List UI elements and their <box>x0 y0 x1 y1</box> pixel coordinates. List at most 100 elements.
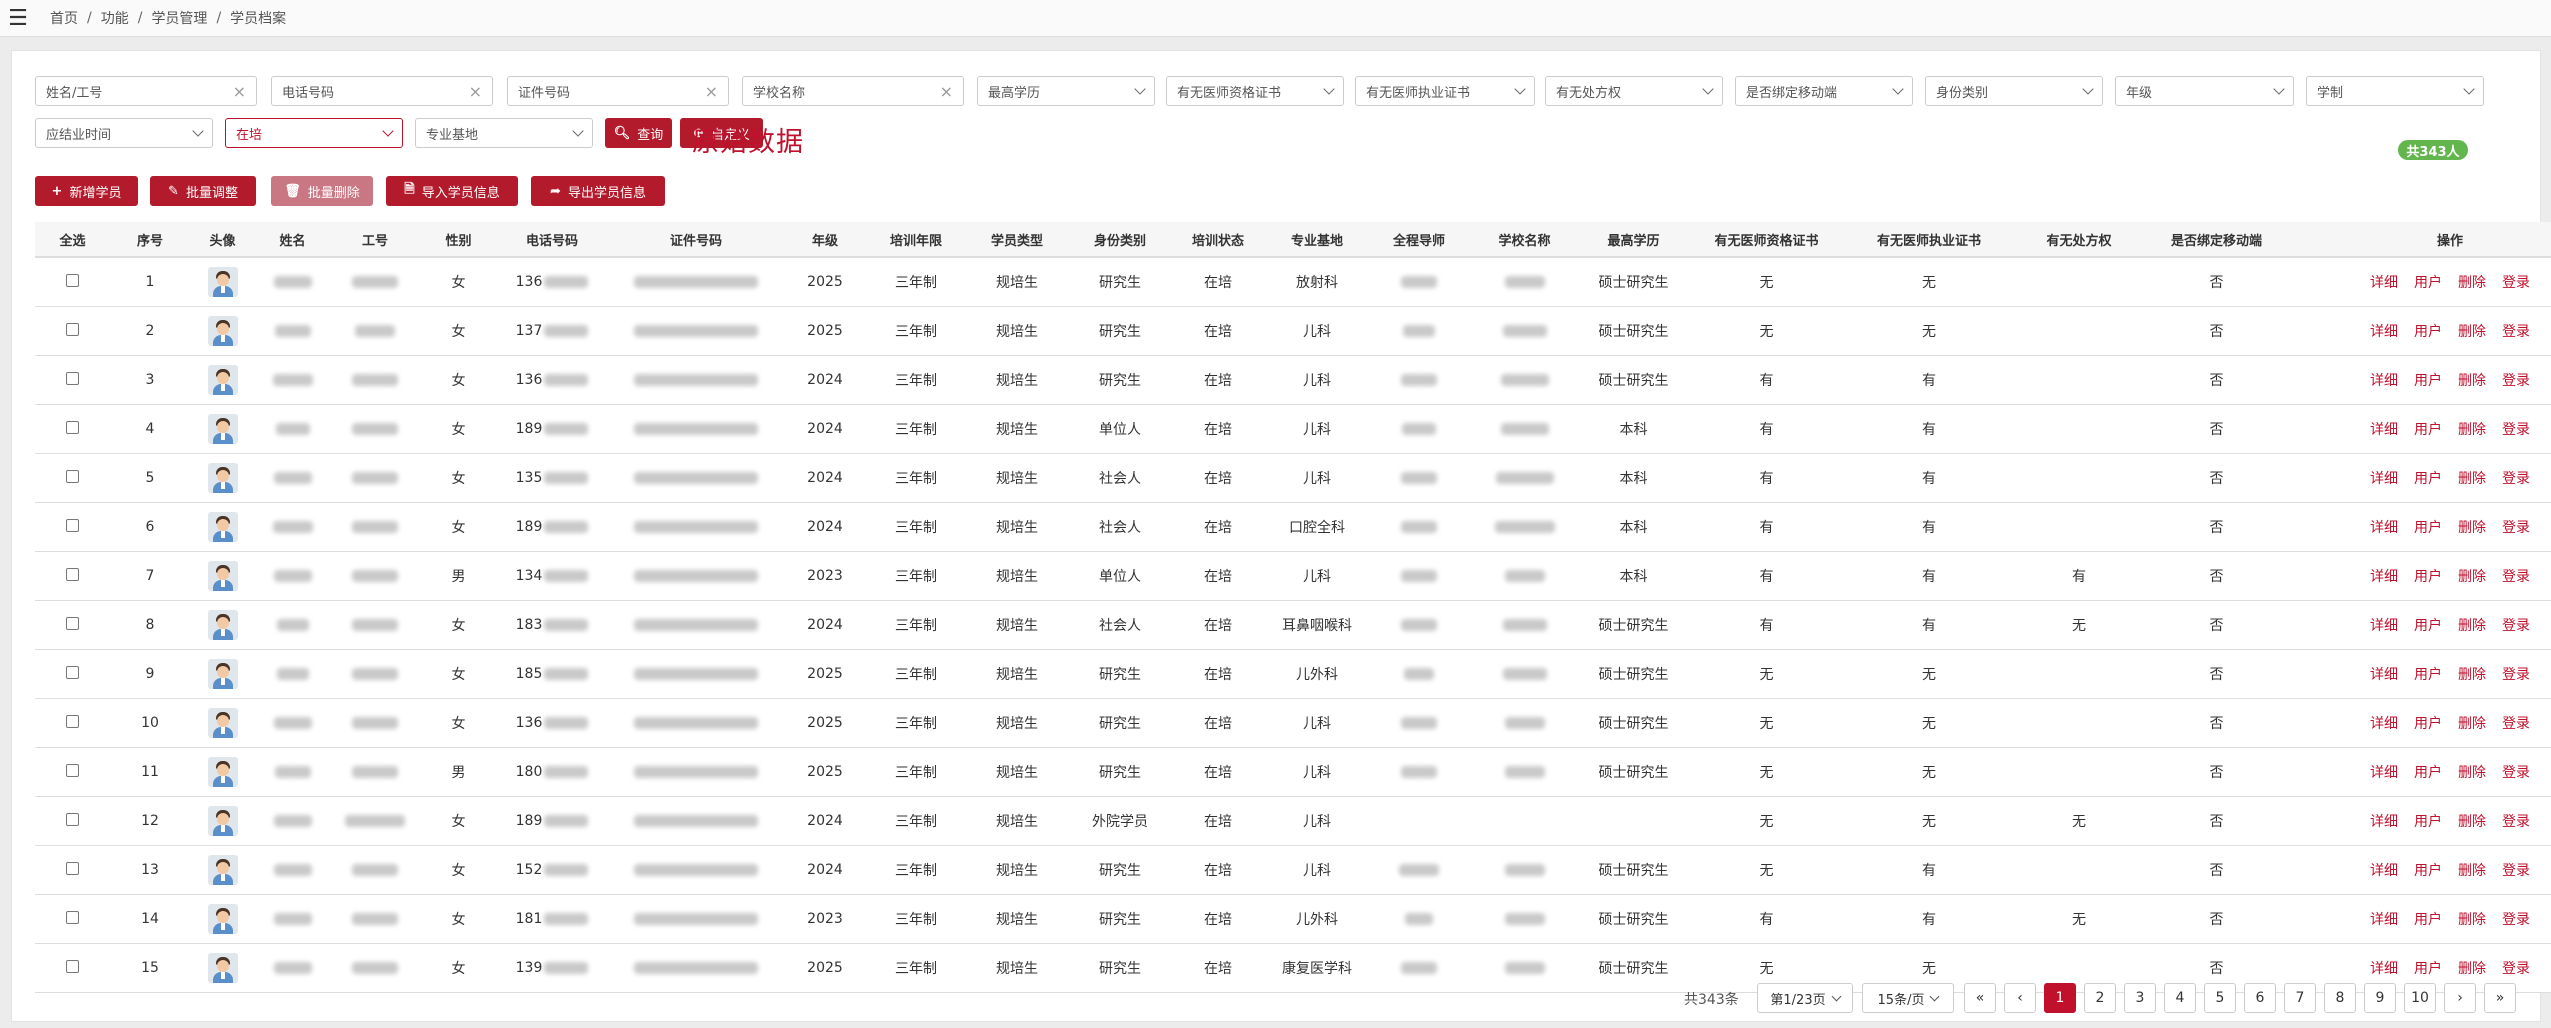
login-link[interactable]: 登录 <box>2502 471 2530 487</box>
page-button[interactable]: 5 <box>2204 983 2236 1013</box>
export-students-button[interactable]: ➦ 导出学员信息 <box>531 176 665 206</box>
user-link[interactable]: 用户 <box>2414 961 2442 977</box>
login-link[interactable]: 登录 <box>2502 520 2530 536</box>
filter-input[interactable]: 证件号码 × <box>507 76 729 106</box>
import-students-button[interactable]: 🗎︎ 导入学员信息 <box>386 176 518 206</box>
user-link[interactable]: 用户 <box>2414 520 2442 536</box>
row-checkbox[interactable] <box>66 616 79 630</box>
login-link[interactable]: 登录 <box>2502 667 2530 683</box>
filter-select[interactable]: 有无医师执业证书 <box>1355 76 1535 106</box>
filter-select[interactable]: 专业基地 <box>415 118 593 148</box>
detail-link[interactable]: 详细 <box>2370 569 2398 585</box>
user-link[interactable]: 用户 <box>2414 618 2442 634</box>
delete-link[interactable]: 删除 <box>2458 471 2486 487</box>
filter-select[interactable]: 学制 <box>2306 76 2484 106</box>
detail-link[interactable]: 详细 <box>2370 618 2398 634</box>
row-checkbox[interactable] <box>66 567 79 581</box>
user-link[interactable]: 用户 <box>2414 324 2442 340</box>
detail-link[interactable]: 详细 <box>2370 275 2398 291</box>
user-link[interactable]: 用户 <box>2414 569 2442 585</box>
filter-input[interactable]: 学校名称 × <box>742 76 964 106</box>
row-checkbox[interactable] <box>66 665 79 679</box>
row-checkbox[interactable] <box>66 469 79 483</box>
filter-select[interactable]: 有无医师资格证书 <box>1166 76 1344 106</box>
add-student-button[interactable]: + 新增学员 <box>35 176 138 206</box>
row-checkbox[interactable] <box>66 861 79 875</box>
login-link[interactable]: 登录 <box>2502 275 2530 291</box>
login-link[interactable]: 登录 <box>2502 422 2530 438</box>
login-link[interactable]: 登录 <box>2502 716 2530 732</box>
detail-link[interactable]: 详细 <box>2370 471 2398 487</box>
delete-link[interactable]: 删除 <box>2458 961 2486 977</box>
breadcrumb-home[interactable]: 首页 <box>50 8 78 28</box>
user-link[interactable]: 用户 <box>2414 765 2442 781</box>
detail-link[interactable]: 详细 <box>2370 373 2398 389</box>
login-link[interactable]: 登录 <box>2502 618 2530 634</box>
detail-link[interactable]: 详细 <box>2370 716 2398 732</box>
row-checkbox[interactable] <box>66 420 79 434</box>
page-button[interactable]: 6 <box>2244 983 2276 1013</box>
page-number-select[interactable]: 第1/23页 <box>1757 983 1853 1013</box>
query-button[interactable]: 🔍︎ 查询 <box>605 118 672 148</box>
login-link[interactable]: 登录 <box>2502 814 2530 830</box>
login-link[interactable]: 登录 <box>2502 863 2530 879</box>
user-link[interactable]: 用户 <box>2414 667 2442 683</box>
detail-link[interactable]: 详细 <box>2370 667 2398 683</box>
delete-link[interactable]: 删除 <box>2458 520 2486 536</box>
user-link[interactable]: 用户 <box>2414 814 2442 830</box>
page-button[interactable]: 4 <box>2164 983 2196 1013</box>
delete-link[interactable]: 删除 <box>2458 422 2486 438</box>
filter-input[interactable]: 电话号码 × <box>271 76 493 106</box>
filter-select[interactable]: 应结业时间 <box>35 118 213 148</box>
delete-link[interactable]: 删除 <box>2458 814 2486 830</box>
clear-icon[interactable]: × <box>233 82 246 101</box>
filter-select[interactable]: 是否绑定移动端 <box>1735 76 1913 106</box>
delete-link[interactable]: 删除 <box>2458 618 2486 634</box>
row-checkbox[interactable] <box>66 518 79 532</box>
delete-link[interactable]: 删除 <box>2458 716 2486 732</box>
clear-icon[interactable]: × <box>705 82 718 101</box>
delete-link[interactable]: 删除 <box>2458 569 2486 585</box>
page-button[interactable]: 7 <box>2284 983 2316 1013</box>
user-link[interactable]: 用户 <box>2414 422 2442 438</box>
menu-toggle-icon[interactable]: ☰ <box>0 0 36 36</box>
row-checkbox[interactable] <box>66 812 79 826</box>
user-link[interactable]: 用户 <box>2414 716 2442 732</box>
filter-select[interactable]: 年级 <box>2115 76 2294 106</box>
page-button[interactable]: 9 <box>2364 983 2396 1013</box>
filter-select[interactable]: 在培 <box>225 118 403 148</box>
first-page-button[interactable]: « <box>1964 983 1996 1013</box>
login-link[interactable]: 登录 <box>2502 765 2530 781</box>
clear-icon[interactable]: × <box>469 82 482 101</box>
detail-link[interactable]: 详细 <box>2370 961 2398 977</box>
page-button[interactable]: 3 <box>2124 983 2156 1013</box>
clear-icon[interactable]: × <box>940 82 953 101</box>
prev-page-button[interactable]: ‹ <box>2004 983 2036 1013</box>
user-link[interactable]: 用户 <box>2414 863 2442 879</box>
page-size-select[interactable]: 15条/页 <box>1862 983 1954 1013</box>
filter-select[interactable]: 有无处方权 <box>1545 76 1723 106</box>
delete-link[interactable]: 删除 <box>2458 863 2486 879</box>
row-checkbox[interactable] <box>66 273 79 287</box>
detail-link[interactable]: 详细 <box>2370 814 2398 830</box>
delete-link[interactable]: 删除 <box>2458 275 2486 291</box>
user-link[interactable]: 用户 <box>2414 471 2442 487</box>
detail-link[interactable]: 详细 <box>2370 912 2398 928</box>
row-checkbox[interactable] <box>66 714 79 728</box>
user-link[interactable]: 用户 <box>2414 373 2442 389</box>
user-link[interactable]: 用户 <box>2414 275 2442 291</box>
breadcrumb-function[interactable]: 功能 <box>101 8 129 28</box>
delete-link[interactable]: 删除 <box>2458 324 2486 340</box>
last-page-button[interactable]: » <box>2484 983 2516 1013</box>
detail-link[interactable]: 详细 <box>2370 520 2398 536</box>
row-checkbox[interactable] <box>66 763 79 777</box>
row-checkbox[interactable] <box>66 959 79 973</box>
login-link[interactable]: 登录 <box>2502 912 2530 928</box>
login-link[interactable]: 登录 <box>2502 373 2530 389</box>
delete-link[interactable]: 删除 <box>2458 667 2486 683</box>
delete-link[interactable]: 删除 <box>2458 765 2486 781</box>
breadcrumb-student-management[interactable]: 学员管理 <box>151 8 207 28</box>
login-link[interactable]: 登录 <box>2502 961 2530 977</box>
detail-link[interactable]: 详细 <box>2370 765 2398 781</box>
detail-link[interactable]: 详细 <box>2370 324 2398 340</box>
